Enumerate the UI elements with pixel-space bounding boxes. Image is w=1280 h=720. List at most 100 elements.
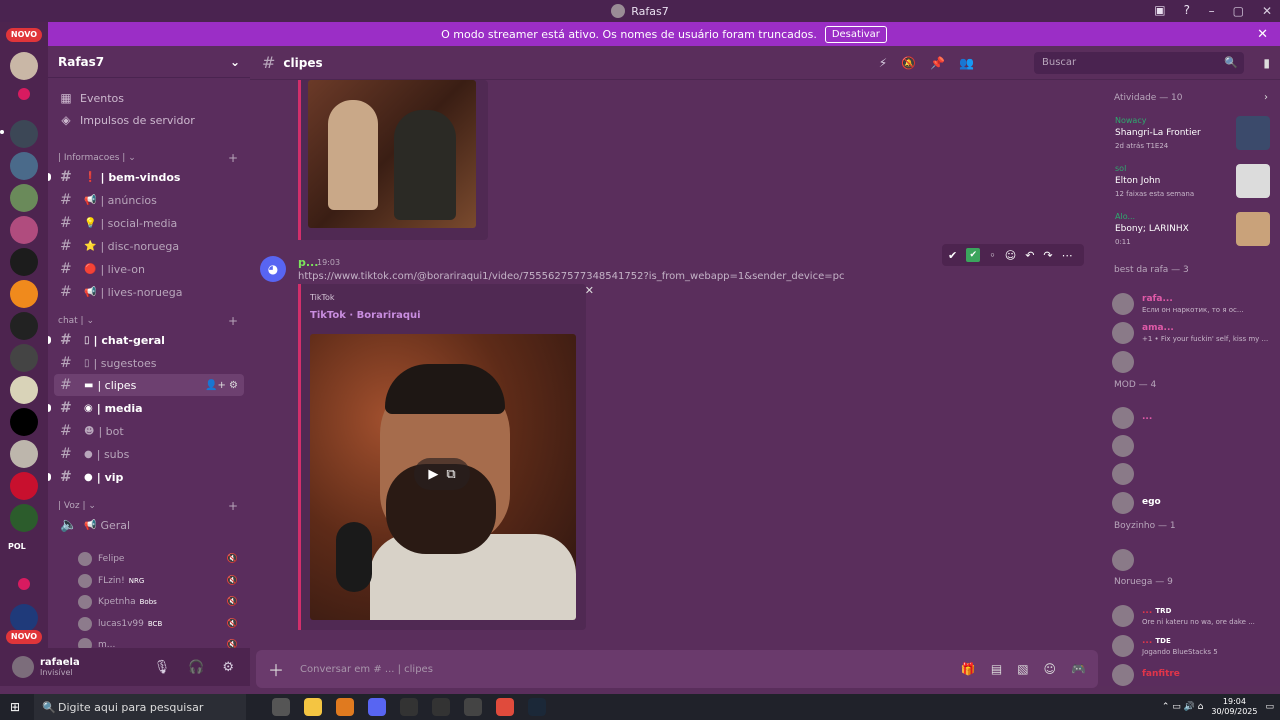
app-icon[interactable] xyxy=(336,698,354,716)
task-view-icon[interactable] xyxy=(272,698,290,716)
channel-11[interactable]: # ☻ | bot xyxy=(54,420,244,442)
apps-icon[interactable]: 🎮 xyxy=(1071,662,1086,676)
server-icon[interactable] xyxy=(10,504,38,532)
server-icon[interactable] xyxy=(10,280,38,308)
video-thumbnail[interactable]: ▶ ⧉ xyxy=(310,334,576,620)
channel-2[interactable]: # 📢 | anúncios xyxy=(54,189,244,211)
server-icon[interactable] xyxy=(10,344,38,372)
close-banner-icon[interactable]: ✕ xyxy=(1257,27,1268,42)
message-composer[interactable]: ＋ Conversar em # ... | clipes 🎁 ▤ ▧ ☺ 🎮 xyxy=(256,650,1098,688)
taskbar-search[interactable]: 🔍 Digite aqui para pesquisar xyxy=(34,694,246,720)
disable-streamer-button[interactable]: Desativar xyxy=(824,25,887,43)
chevron-down-icon[interactable]: ⌄ xyxy=(230,55,240,69)
add-reaction-icon[interactable]: ☺ xyxy=(1005,249,1016,262)
channel-7[interactable]: # ▯ | chat-geral xyxy=(48,329,244,351)
clock[interactable]: 19:04 30/09/2025 xyxy=(1211,697,1257,717)
inbox-icon[interactable]: ▮ xyxy=(1263,56,1270,70)
app-icon[interactable] xyxy=(432,698,450,716)
channel-settings-icon[interactable]: 👤+ ⚙ xyxy=(205,380,238,391)
gif-icon[interactable]: ▤ xyxy=(991,662,1002,676)
sticker-icon[interactable]: ▧ xyxy=(1017,662,1028,676)
tray-icons[interactable]: ⌃ ▭ 🔊 ⌂ xyxy=(1162,702,1204,712)
notifications-icon[interactable]: ▭ xyxy=(1265,702,1274,712)
chrome-icon[interactable] xyxy=(496,698,514,716)
channel-8[interactable]: # ▯ | sugestoes xyxy=(54,352,244,374)
member-item[interactable]: ... xyxy=(1112,406,1277,430)
gift-icon[interactable]: 🎁 xyxy=(961,662,976,676)
headphones-icon[interactable]: 🎧 xyxy=(188,660,204,675)
reaction-green-check-icon[interactable]: ✔ xyxy=(966,248,981,262)
member-item[interactable]: ... TDE Jogando BlueStacks 5 xyxy=(1112,634,1277,658)
play-button[interactable]: ▶ ⧉ xyxy=(414,458,470,490)
app-icon[interactable] xyxy=(400,698,418,716)
channel-12[interactable]: # ● | subs xyxy=(54,443,244,465)
category-chat[interactable]: chat | ⌄ + xyxy=(58,314,238,328)
pin-icon[interactable]: 📌 xyxy=(930,56,945,70)
server-icon[interactable] xyxy=(18,88,30,100)
file-explorer-icon[interactable] xyxy=(304,698,322,716)
search-input[interactable]: Buscar 🔍 xyxy=(1034,51,1244,74)
channel-3[interactable]: # 💡 | social-media xyxy=(54,212,244,234)
member-item[interactable] xyxy=(1112,462,1277,486)
add-channel-icon[interactable]: + xyxy=(228,314,238,328)
server-icon[interactable] xyxy=(10,248,38,276)
server-icon[interactable] xyxy=(10,52,38,80)
member-item[interactable] xyxy=(1112,434,1277,458)
server-icon[interactable] xyxy=(10,216,38,244)
member-item[interactable]: ego xyxy=(1112,491,1277,515)
threads-icon[interactable]: ⚡ xyxy=(879,56,887,70)
remove-embed-icon[interactable]: ✕ xyxy=(585,284,594,297)
reaction-check-icon[interactable]: ✔ xyxy=(948,249,957,262)
channel-9[interactable]: # ▬ | clipes 👤+ ⚙ xyxy=(54,374,244,396)
server-icon[interactable] xyxy=(10,376,38,404)
avatar[interactable] xyxy=(12,656,34,678)
previous-image[interactable] xyxy=(308,80,476,228)
voice-user[interactable]: lucas1v99 BCB 🔇 xyxy=(78,615,238,633)
server-icon[interactable] xyxy=(10,120,38,148)
server-label-pol[interactable]: POL xyxy=(8,542,26,551)
help-icon[interactable]: ? xyxy=(1184,3,1190,17)
channel-13[interactable]: # ● | vip xyxy=(48,466,244,488)
category-info[interactable]: | Informacoes | ⌄ + xyxy=(58,151,238,165)
windows-start-icon[interactable]: ⊞ xyxy=(0,700,30,714)
member-item[interactable] xyxy=(1112,350,1277,374)
settings-gear-icon[interactable]: ⚙ xyxy=(222,660,234,675)
microphone-icon[interactable]: 🎙 xyxy=(154,660,171,675)
app-icon[interactable] xyxy=(464,698,482,716)
avatar[interactable]: ◕ xyxy=(260,256,286,282)
boosts-item[interactable]: ◈ Impulsos de servidor xyxy=(58,110,194,130)
voice-channel-geral[interactable]: 🔈 📢 Geral xyxy=(54,514,244,536)
category-voice[interactable]: | Voz | ⌄ + xyxy=(58,499,238,513)
close-window-button[interactable]: ✕ xyxy=(1262,4,1272,18)
screen-share-icon[interactable]: ▣ xyxy=(1154,3,1165,17)
more-options-icon[interactable]: ⋯ xyxy=(1062,249,1073,262)
activity-card[interactable]: Alo... Ebony; LARINHX 0:11 xyxy=(1110,210,1272,254)
server-header[interactable]: Rafas7 ⌄ xyxy=(48,46,250,78)
member-item[interactable] xyxy=(1112,548,1277,572)
notification-bell-icon[interactable]: 🔕 xyxy=(901,56,916,70)
chevron-right-icon[interactable]: › xyxy=(1264,92,1268,103)
add-channel-icon[interactable]: + xyxy=(228,151,238,165)
voice-user[interactable]: Felipe 🔇 xyxy=(78,550,238,568)
minimize-button[interactable]: – xyxy=(1209,4,1215,18)
events-item[interactable]: ▦ Eventos xyxy=(58,88,124,108)
server-icon[interactable] xyxy=(10,604,38,632)
voice-user[interactable]: Kpetnha Bobs 🔇 xyxy=(78,593,238,611)
attach-plus-icon[interactable]: ＋ xyxy=(268,657,284,681)
server-icon[interactable] xyxy=(10,312,38,340)
server-icon[interactable] xyxy=(10,440,38,468)
discord-icon[interactable] xyxy=(368,698,386,716)
reaction-icon[interactable]: ◦ xyxy=(989,249,996,262)
channel-6[interactable]: # 📢 | lives-noruega xyxy=(54,281,244,303)
emoji-icon[interactable]: ☺ xyxy=(1044,662,1057,676)
message-author[interactable]: p... xyxy=(298,256,318,269)
activity-card[interactable]: Nowacy Shangri-La Frontier 2d atrás T1E24 xyxy=(1110,114,1272,158)
add-channel-icon[interactable]: + xyxy=(228,499,238,513)
member-item[interactable]: ama... +1 • Fix your fuckin' self, kiss m… xyxy=(1112,321,1277,345)
maximize-button[interactable]: ▢ xyxy=(1233,4,1244,18)
member-item[interactable]: rafa... Если он наркотик, то я ос... xyxy=(1112,292,1277,316)
server-icon[interactable] xyxy=(10,184,38,212)
member-list-icon[interactable]: 👥 xyxy=(959,56,974,70)
steam-icon[interactable] xyxy=(528,698,546,716)
voice-user[interactable]: FLzin! NRG 🔇 xyxy=(78,572,238,590)
